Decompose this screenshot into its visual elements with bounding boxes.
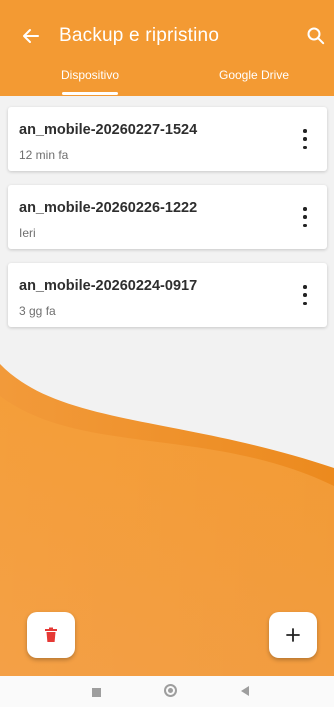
search-icon[interactable] (304, 24, 328, 48)
backup-card[interactable]: an_mobile-20260227-1524 12 min fa (8, 107, 327, 171)
backup-age: 3 gg fa (19, 304, 56, 318)
more-vert-icon[interactable] (297, 207, 313, 227)
more-vert-icon[interactable] (297, 129, 313, 149)
tab-indicator (62, 92, 118, 95)
system-nav-bar (0, 676, 334, 707)
recents-icon[interactable] (92, 688, 101, 697)
tab-dispositivo[interactable]: Dispositivo (36, 62, 144, 96)
trash-icon (45, 627, 57, 642)
backup-card[interactable]: an_mobile-20260224-0917 3 gg fa (8, 263, 327, 327)
home-icon[interactable] (164, 684, 177, 697)
delete-button[interactable] (27, 612, 75, 658)
backup-age: Ieri (19, 226, 36, 240)
backup-name: an_mobile-20260227-1524 (19, 122, 198, 138)
tab-bar: Dispositivo Google Drive (0, 62, 334, 96)
toolbar: Backup e ripristino (0, 18, 334, 54)
back-arrow-icon[interactable] (19, 24, 43, 48)
app-bar: Backup e ripristino Dispositivo Google D… (0, 0, 334, 96)
back-icon[interactable] (240, 685, 250, 697)
backup-age: 12 min fa (19, 148, 69, 162)
tab-google-drive[interactable]: Google Drive (200, 62, 308, 96)
plus-icon (286, 628, 300, 642)
wave-background (0, 364, 334, 676)
backup-name: an_mobile-20260226-1222 (19, 200, 198, 216)
add-backup-button[interactable] (269, 612, 317, 658)
backup-name: an_mobile-20260224-0917 (19, 278, 198, 294)
backup-card[interactable]: an_mobile-20260226-1222 Ieri (8, 185, 327, 249)
page-title: Backup e ripristino (59, 25, 220, 46)
more-vert-icon[interactable] (297, 285, 313, 305)
